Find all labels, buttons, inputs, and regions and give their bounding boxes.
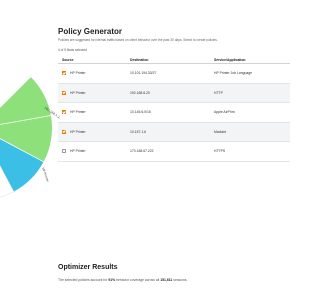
row-service: Apple AirPrint — [214, 110, 235, 115]
optimizer-summary: The selected policies account for 91% be… — [58, 278, 187, 282]
table-row[interactable]: HP Printer 10.101.194.33/27 HP Printer J… — [58, 64, 290, 84]
row-destination: 192.168.6.20 — [130, 90, 150, 95]
optimizer-text-middle: behavior coverage across all — [116, 278, 160, 282]
row-source: HP Printer — [70, 71, 86, 76]
pie-label-printer: HP Printer — [41, 167, 50, 183]
row-checkbox[interactable] — [62, 90, 66, 95]
row-service: HP Printer Job Language — [214, 71, 253, 76]
row-service: HTTPS — [214, 149, 226, 154]
row-source: HP Printer — [70, 129, 86, 134]
optimizer-sessions: 151,611 — [160, 278, 173, 282]
row-service: HTTP — [214, 90, 223, 95]
table-row[interactable]: HP Printer 10.145.6.0/16 Apple AirPrint — [58, 103, 290, 123]
optimizer-title: Optimizer Results — [58, 264, 118, 271]
row-service: Madoint — [214, 129, 227, 134]
row-checkbox[interactable] — [62, 110, 66, 115]
table-row[interactable]: HP Printer 170.168.67.222 HTTPS — [58, 142, 290, 162]
selected-count: 4 of 5 flows selected — [58, 48, 87, 52]
row-source: HP Printer — [70, 90, 86, 95]
row-destination: 10.157.1.6 — [130, 129, 147, 134]
row-source: HP Printer — [70, 110, 86, 115]
optimizer-percent: 91% — [108, 278, 116, 282]
column-header-source: Source — [62, 57, 74, 62]
page-subtitle: Policies are suggested for internal traf… — [58, 38, 218, 42]
pie-chart: 192.168.1.27 HP Printer — [0, 0, 60, 300]
row-checkbox[interactable] — [62, 129, 66, 134]
column-header-service: Service/Application — [214, 57, 246, 62]
row-checkbox[interactable] — [62, 71, 66, 76]
table-row[interactable]: HP Printer 10.157.1.6 Madoint — [58, 122, 290, 142]
row-destination: 170.168.67.222 — [130, 149, 154, 154]
optimizer-text-prefix: The selected policies account for — [58, 278, 108, 282]
optimizer-text-suffix: sessions. — [173, 278, 188, 282]
row-destination: 10.145.6.0/16 — [130, 110, 151, 115]
column-header-destination: Destination — [130, 57, 149, 62]
row-source: HP Printer — [70, 149, 86, 154]
policy-table: Source Destination Service/Application H… — [58, 56, 290, 162]
table-row[interactable]: HP Printer 192.168.6.20 HTTP — [58, 83, 290, 103]
row-checkbox[interactable] — [62, 149, 66, 154]
table-header: Source Destination Service/Application — [58, 56, 290, 64]
page-title: Policy Generator — [58, 27, 123, 36]
row-destination: 10.101.194.33/27 — [130, 71, 157, 76]
